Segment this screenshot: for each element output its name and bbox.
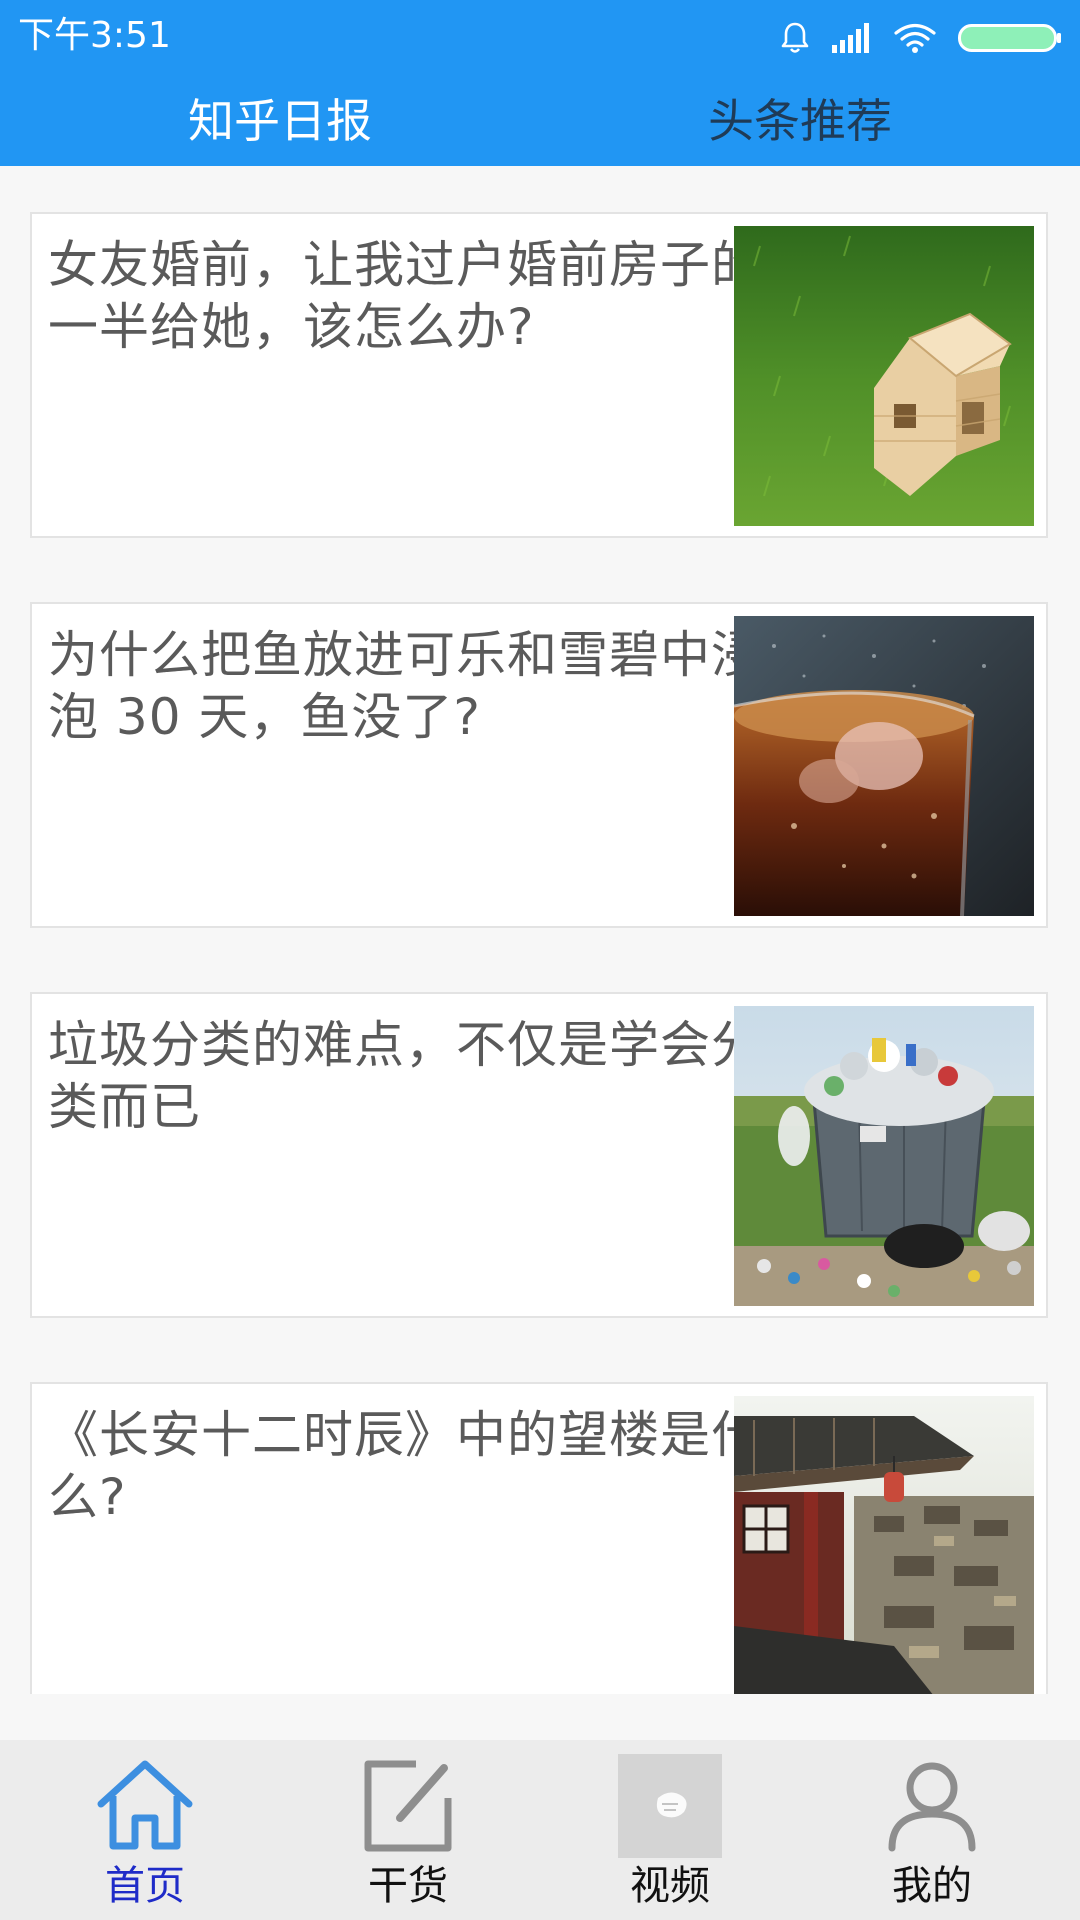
wifi-icon xyxy=(894,22,936,54)
nav-label-articles: 干货 xyxy=(368,1863,448,1909)
nav-item-video[interactable]: 视频 xyxy=(570,1740,770,1920)
article-thumbnail xyxy=(734,1006,1034,1306)
nav-item-home[interactable]: 首页 xyxy=(45,1740,245,1920)
nav-label-home: 首页 xyxy=(105,1863,185,1909)
article-thumbnail xyxy=(734,616,1034,916)
nav-label-video: 视频 xyxy=(630,1863,710,1909)
article-title: 女友婚前，让我过户婚前房子的一半给她，该怎么办? xyxy=(48,236,762,356)
nav-label-me: 我的 xyxy=(892,1863,972,1909)
tab-zhihu-daily[interactable]: 知乎日报 xyxy=(120,78,440,164)
top-tabs: 知乎日报 头条推荐 xyxy=(0,78,1080,164)
video-thumbnail-icon xyxy=(618,1754,722,1858)
status-bar: 下午3:51 xyxy=(0,0,1080,74)
nav-item-articles[interactable]: 干货 xyxy=(308,1740,508,1920)
article-feed[interactable]: 女友婚前，让我过户婚前房子的一半给她，该怎么办? 为什么把鱼放进可乐和雪碧中浸泡… xyxy=(0,166,1080,1694)
wooden-house-image xyxy=(734,226,1034,526)
article-card[interactable]: 垃圾分类的难点，不仅是学会分类而已 xyxy=(30,992,1048,1318)
status-icons xyxy=(780,18,1062,58)
bell-icon xyxy=(780,21,810,55)
article-title: 《长安十二时辰》中的望楼是什么? xyxy=(48,1406,762,1526)
article-title: 垃圾分类的难点，不仅是学会分类而已 xyxy=(48,1016,762,1136)
signal-icon xyxy=(832,23,872,53)
top-app-bar: 下午3:51 知乎日报 头条推荐 xyxy=(0,0,1080,166)
tab-headline-recommend[interactable]: 头条推荐 xyxy=(640,78,960,164)
article-title: 为什么把鱼放进可乐和雪碧中浸泡 30 天，鱼没了? xyxy=(48,626,762,746)
article-card[interactable]: 为什么把鱼放进可乐和雪碧中浸泡 30 天，鱼没了? xyxy=(30,602,1048,928)
status-time: 下午3:51 xyxy=(18,15,171,56)
article-card[interactable]: 女友婚前，让我过户婚前房子的一半给她，该怎么办? xyxy=(30,212,1048,538)
article-thumbnail xyxy=(734,1396,1034,1694)
bottom-nav: 首页 干货 视频 我的 xyxy=(0,1740,1080,1920)
ancient-pavilion-image xyxy=(734,1396,1034,1694)
user-icon xyxy=(880,1754,984,1858)
edit-icon xyxy=(356,1754,460,1858)
trash-bin-image xyxy=(734,1006,1034,1306)
cola-glass-image xyxy=(734,616,1034,916)
battery-icon xyxy=(958,24,1062,52)
article-thumbnail xyxy=(734,226,1034,526)
article-card[interactable]: 《长安十二时辰》中的望楼是什么? xyxy=(30,1382,1048,1694)
home-icon xyxy=(93,1754,197,1858)
app-screen: 下午3:51 知乎日报 头条推荐 女友婚前，让我过户婚前房子的一半给她，该怎么办… xyxy=(0,0,1080,1920)
nav-item-me[interactable]: 我的 xyxy=(832,1740,1032,1920)
